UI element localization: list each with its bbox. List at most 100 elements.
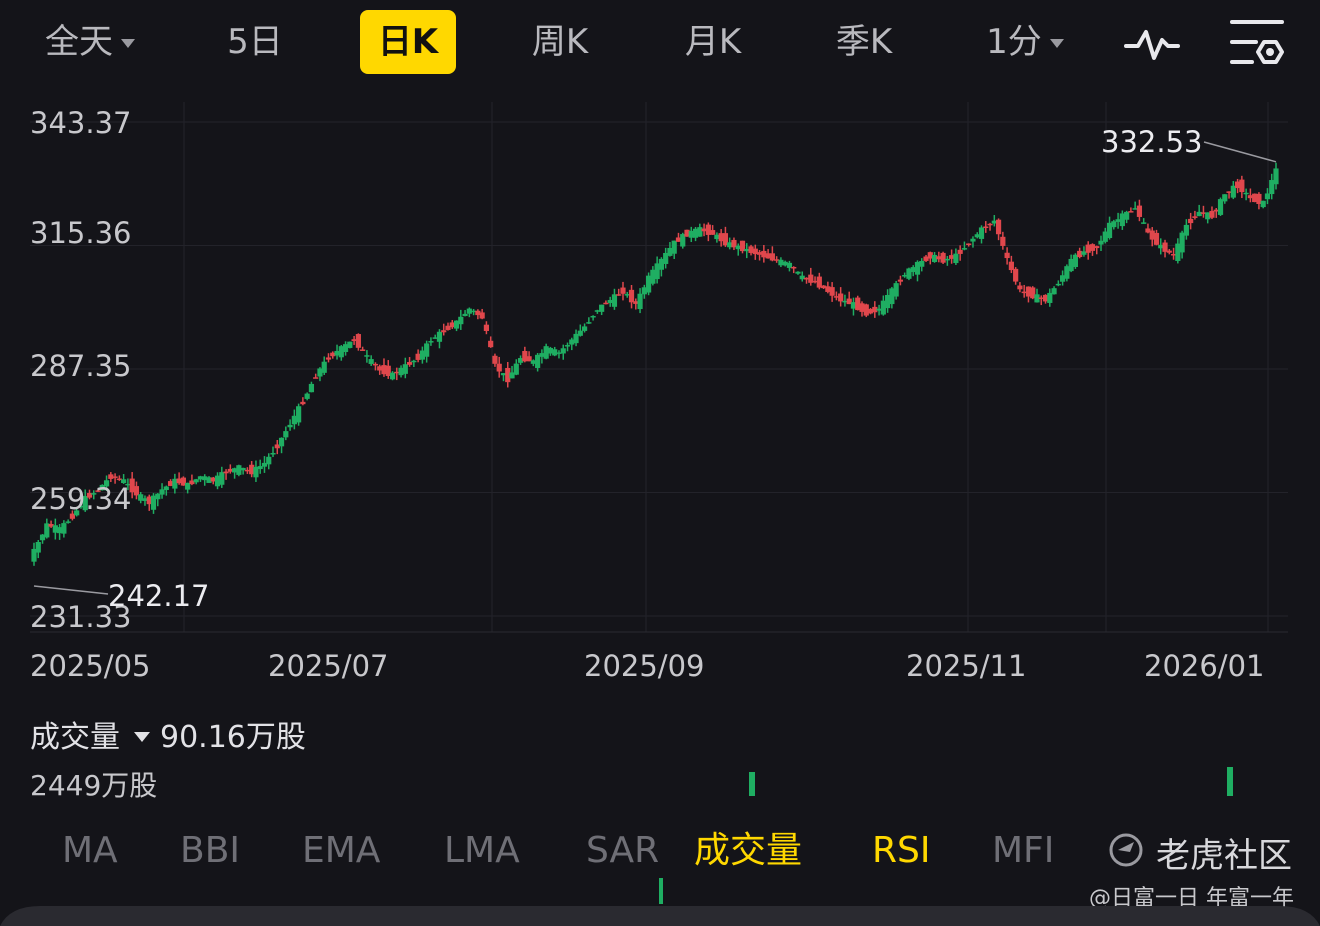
candle-body — [1141, 222, 1147, 224]
candle — [590, 315, 596, 321]
indicator-tab-ema[interactable]: EMA — [302, 828, 380, 874]
candlestick-chart[interactable]: 343.37315.36287.35259.34231.332025/05 202… — [0, 88, 1320, 698]
candle-body — [1047, 292, 1053, 303]
candle-body — [223, 471, 229, 474]
candle-body — [919, 260, 925, 267]
indicator-tab-volume[interactable]: 成交量 — [694, 828, 802, 874]
indicator-tab-mfi[interactable]: MFI — [992, 828, 1054, 874]
candle — [1141, 218, 1147, 224]
candle-body — [1051, 288, 1057, 295]
volume-bar — [749, 772, 755, 796]
min-price-leader — [33, 585, 109, 595]
indicator-tab-sar[interactable]: SAR — [586, 828, 659, 874]
tab-monthly-k[interactable]: 月K — [665, 10, 761, 74]
candle — [278, 437, 285, 454]
candle-body — [586, 322, 592, 324]
candle-body — [1004, 252, 1010, 259]
candle-body — [1192, 216, 1198, 218]
x-tick-label: 2025/07 — [268, 649, 388, 683]
candle-body — [560, 348, 566, 354]
max-price-leader — [1203, 141, 1277, 163]
candle — [1260, 200, 1266, 209]
x-tick-label: 2026/01 — [1144, 649, 1264, 683]
candle-body — [628, 289, 635, 303]
candle-body — [488, 340, 494, 348]
bottom-edge — [0, 906, 1320, 926]
candle-body — [564, 345, 571, 347]
indicator-tab-bbi[interactable]: BBI — [180, 828, 240, 874]
candle-body — [599, 304, 605, 312]
candle-body — [458, 316, 464, 325]
tab-5-day[interactable]: 5日 — [210, 10, 300, 74]
candle-body — [441, 330, 447, 333]
y-tick-label: 259.34 — [30, 482, 131, 516]
volume-header[interactable]: 成交量 90.16万股 — [30, 718, 306, 758]
chevron-down-icon — [1049, 39, 1064, 48]
candle-body — [1273, 168, 1279, 185]
candle — [1051, 286, 1057, 295]
candle — [1017, 282, 1023, 293]
candle-body — [961, 248, 968, 250]
candle-body — [838, 293, 844, 302]
candle-body — [65, 521, 71, 523]
candle — [308, 381, 315, 393]
candle-body — [581, 326, 588, 331]
tab-all-day[interactable]: 全天 — [30, 10, 150, 74]
candle — [1013, 267, 1019, 285]
candle — [978, 225, 985, 244]
candle-body — [496, 363, 502, 372]
candle — [586, 317, 592, 324]
candle-body — [1017, 285, 1023, 290]
candle-body — [287, 424, 293, 428]
candle-body — [671, 240, 677, 254]
tab-1-minute[interactable]: 1分 — [970, 10, 1080, 74]
tab-quarterly-k[interactable]: 季K — [816, 10, 912, 74]
candle-body — [637, 293, 643, 310]
candle-body — [325, 357, 332, 360]
candle — [671, 240, 677, 259]
x-tick-label: 2025/11 — [906, 649, 1026, 683]
tiger-logo-icon — [1109, 833, 1143, 867]
candle — [1106, 216, 1113, 240]
volume-label: 成交量 — [30, 720, 120, 755]
candle-body — [791, 266, 797, 269]
candle-body — [266, 456, 272, 465]
tab-weekly-k[interactable]: 周K — [512, 10, 608, 74]
volume-max-label: 2449万股 — [30, 769, 158, 802]
candle-body — [313, 377, 319, 379]
line-chart-icon[interactable] — [1122, 14, 1182, 74]
candle-body — [995, 219, 1002, 235]
candle — [355, 333, 361, 351]
candle-body — [552, 349, 558, 356]
candle-body — [163, 486, 169, 491]
candle — [795, 271, 801, 275]
chart-grid — [30, 102, 1288, 633]
candle — [1209, 206, 1215, 220]
candle-body — [492, 355, 498, 364]
candle-body — [462, 313, 468, 317]
axis-labels: 343.37315.36287.35259.34231.332025/05 202… — [30, 106, 1277, 683]
candle-body — [112, 476, 118, 478]
tab-1-minute-label: 1分 — [986, 22, 1042, 62]
tab-daily-k[interactable]: 日K — [360, 10, 456, 74]
candle — [296, 403, 302, 426]
candle-body — [321, 361, 327, 373]
chart-settings-icon[interactable] — [1228, 14, 1288, 74]
x-tick-label: 2025/05 — [30, 649, 150, 683]
candle-body — [611, 294, 618, 307]
candle-body — [61, 523, 67, 534]
candle-body — [1013, 268, 1019, 282]
candle-body — [479, 312, 485, 319]
indicator-tab-lma[interactable]: LMA — [444, 828, 520, 874]
candle-body — [483, 324, 490, 331]
candle-body — [1136, 205, 1143, 217]
candle-body — [436, 331, 443, 342]
candle — [1089, 243, 1096, 256]
indicator-tab-rsi[interactable]: RSI — [872, 828, 930, 874]
candle — [769, 246, 775, 262]
candle — [65, 519, 71, 524]
indicator-tab-ma[interactable]: MA — [62, 828, 118, 874]
candle-body — [957, 249, 963, 254]
candle-body — [893, 283, 899, 297]
volume-value: 90.16万股 — [160, 720, 306, 755]
